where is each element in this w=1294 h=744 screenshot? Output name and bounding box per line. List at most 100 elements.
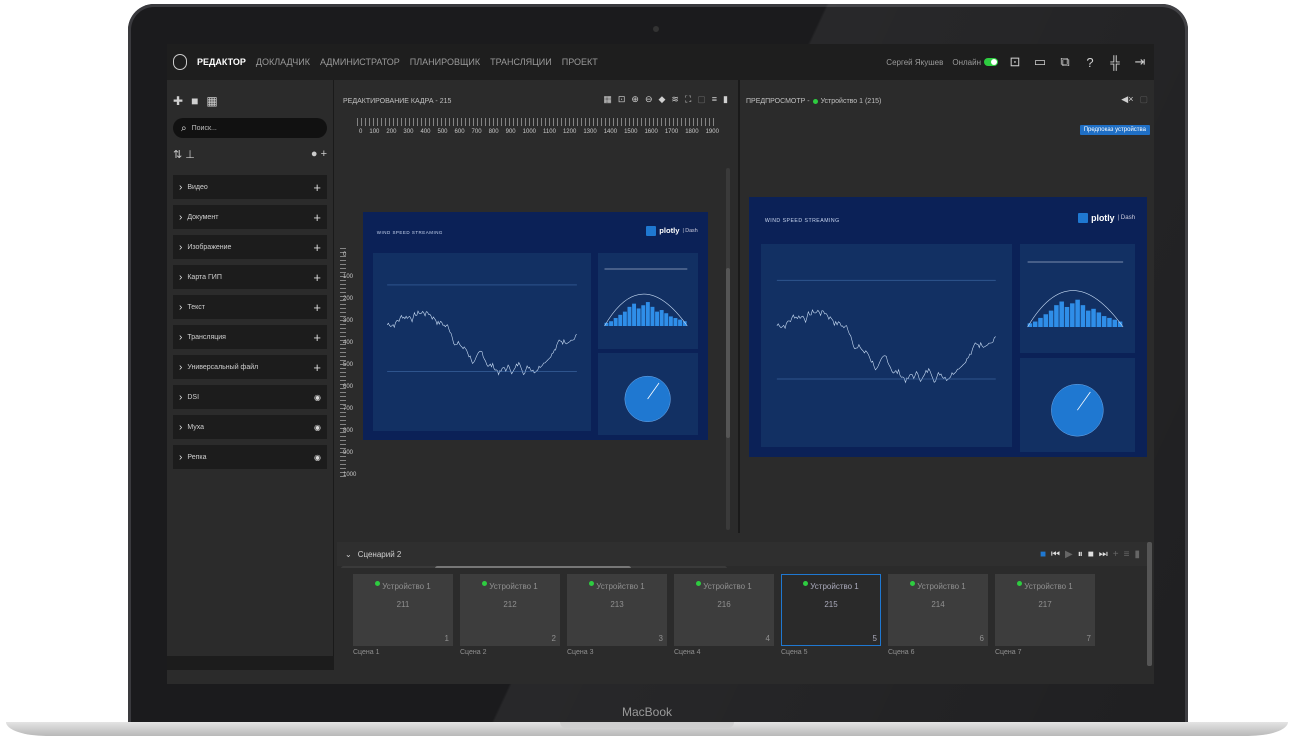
- online-toggle[interactable]: [984, 58, 998, 66]
- histogram-bar: [1048, 310, 1054, 327]
- device-status-dot: [1017, 581, 1023, 586]
- editor-vertical-scrollbar[interactable]: [726, 168, 730, 530]
- grid-icon[interactable]: ▦: [603, 94, 612, 105]
- nav-tab[interactable]: ДОКЛАДЧИК: [256, 57, 310, 67]
- scene-card[interactable]: Устройство 1 215 5 Сцена 5: [781, 574, 881, 660]
- record-icon[interactable]: ■: [1040, 549, 1046, 560]
- fill-icon[interactable]: ◆: [658, 94, 665, 105]
- nav-tab[interactable]: ПРОЕКТ: [562, 57, 598, 67]
- ruler-tick-label: 400: [343, 340, 354, 346]
- histogram-bar: [613, 318, 618, 326]
- fit-icon[interactable]: ⊡: [618, 94, 626, 105]
- logout-icon[interactable]: ⇥: [1132, 54, 1148, 70]
- fullscreen-icon[interactable]: ⛶: [685, 94, 691, 105]
- add-icon[interactable]: +: [313, 270, 321, 285]
- scene-strip-scrollbar[interactable]: [1147, 542, 1152, 666]
- add-icon[interactable]: +: [313, 300, 321, 315]
- film-icon[interactable]: ▦: [206, 94, 217, 108]
- add-icon[interactable]: +: [313, 330, 321, 345]
- user-name[interactable]: Сергей Якушев: [886, 58, 943, 67]
- sidebar-item[interactable]: › Изображение +: [173, 235, 327, 259]
- ruler-tick-label: 1300: [583, 129, 597, 135]
- scene-card[interactable]: Устройство 1 214 6 Сцена 6: [888, 574, 988, 660]
- sidebar-item[interactable]: › DSI ◉: [173, 385, 327, 409]
- chevron-right-icon[interactable]: ›: [179, 392, 182, 403]
- chevron-right-icon[interactable]: ›: [179, 212, 182, 223]
- lock-icon[interactable]: ▢: [697, 94, 706, 105]
- ruler-tick-label: 800: [488, 129, 499, 135]
- pause-icon[interactable]: ⏸: [1078, 549, 1083, 560]
- scene-device: Устройство 1: [781, 581, 881, 591]
- nav-tab[interactable]: ТРАНСЛЯЦИИ: [490, 57, 552, 67]
- list-icon[interactable]: ≡: [712, 94, 717, 105]
- nav-tab[interactable]: АДМИНИСТРАТОР: [320, 57, 400, 67]
- sidebar-item[interactable]: › Текст +: [173, 295, 327, 319]
- chevron-right-icon[interactable]: ›: [179, 182, 182, 193]
- sort-icon[interactable]: ⇅ ⊥: [173, 148, 195, 161]
- device-preview-button[interactable]: Предпоказ устройства: [1079, 125, 1150, 135]
- add-icon[interactable]: +: [313, 360, 321, 375]
- sidebar-item[interactable]: › Универсальный файл +: [173, 355, 327, 379]
- sidebar-item-header: › Документ: [179, 212, 218, 223]
- chevron-right-icon[interactable]: ›: [179, 242, 182, 253]
- chevron-down-icon[interactable]: ⌄: [345, 550, 352, 559]
- help-icon[interactable]: ?: [1082, 54, 1098, 70]
- scenario-header[interactable]: ⌄ Сценарий 2: [345, 550, 401, 559]
- editor-dashboard-canvas[interactable]: WIND SPEED STREAMING plotly | Dash: [363, 212, 708, 440]
- zoom-in-icon[interactable]: ⊕: [631, 94, 639, 105]
- add-icon[interactable]: +: [313, 240, 321, 255]
- eye-icon[interactable]: ◉: [314, 393, 321, 402]
- scene-frame-id: 215: [824, 600, 838, 609]
- layers-icon[interactable]: ≋: [671, 94, 679, 105]
- add-scene-icon[interactable]: +: [1113, 549, 1119, 560]
- scene-card[interactable]: Устройство 1 217 7 Сцена 7: [995, 574, 1095, 660]
- scene-card[interactable]: Устройство 1 213 3 Сцена 3: [567, 574, 667, 660]
- sidebar-item[interactable]: › Видео +: [173, 175, 327, 199]
- trash-icon[interactable]: ▮: [723, 94, 728, 105]
- nav-tab[interactable]: ПЛАНИРОВЩИК: [410, 57, 480, 67]
- chevron-right-icon[interactable]: ›: [179, 452, 182, 463]
- online-status[interactable]: Онлайн: [952, 58, 998, 67]
- next-icon[interactable]: ⏭: [1099, 549, 1108, 560]
- scene-device: Устройство 1: [353, 581, 453, 591]
- histogram-bar: [1054, 305, 1059, 327]
- previous-icon[interactable]: ⏮: [1051, 549, 1060, 560]
- scene-card[interactable]: Устройство 1 211 1 Сцена 1: [353, 574, 453, 660]
- tag-add-icon[interactable]: ● +: [311, 148, 327, 161]
- search-field[interactable]: ⌕ Поиск...: [173, 118, 327, 138]
- screen-share-icon[interactable]: ⧉: [1057, 54, 1073, 70]
- chevron-right-icon[interactable]: ›: [179, 422, 182, 433]
- search-input[interactable]: Поиск...: [192, 125, 217, 132]
- eye-icon[interactable]: ◉: [314, 423, 321, 432]
- eye-icon[interactable]: ◉: [314, 453, 321, 462]
- nav-tab[interactable]: РЕДАКТОР: [197, 57, 246, 67]
- app-logo-icon[interactable]: [173, 54, 187, 70]
- video-camera-icon[interactable]: ■: [191, 94, 198, 108]
- monitor-icon[interactable]: ▭: [1032, 54, 1048, 70]
- scene-card[interactable]: Устройство 1 216 4 Сцена 4: [674, 574, 774, 660]
- scene-device: Устройство 1: [460, 581, 560, 591]
- sidebar-item[interactable]: › Муха ◉: [173, 415, 327, 439]
- sidebar-item[interactable]: › Трансляция +: [173, 325, 327, 349]
- chevron-right-icon[interactable]: ›: [179, 272, 182, 283]
- collapse-icon[interactable]: ╬: [1107, 54, 1123, 70]
- sidebar-item[interactable]: › Карта ГИП +: [173, 265, 327, 289]
- mute-icon[interactable]: ◀×: [1121, 94, 1133, 105]
- add-icon[interactable]: +: [313, 180, 321, 195]
- chevron-right-icon[interactable]: ›: [179, 362, 182, 373]
- add-icon[interactable]: +: [313, 210, 321, 225]
- ruler-tick-label: 1500: [624, 129, 638, 135]
- chevron-right-icon[interactable]: ›: [179, 302, 182, 313]
- presentation-icon[interactable]: ⊡: [1007, 54, 1023, 70]
- scene-card[interactable]: Устройство 1 212 2 Сцена 2: [460, 574, 560, 660]
- chevron-right-icon[interactable]: ›: [179, 332, 182, 343]
- sidebar-item[interactable]: › Репка ◉: [173, 445, 327, 469]
- puzzle-icon[interactable]: ✚: [173, 94, 183, 108]
- scene-list-icon[interactable]: ≡: [1124, 549, 1130, 560]
- stop-icon[interactable]: ■: [1088, 549, 1094, 560]
- expand-icon[interactable]: ▢: [1139, 94, 1148, 105]
- zoom-out-icon[interactable]: ⊖: [645, 94, 653, 105]
- play-icon[interactable]: ▶: [1065, 549, 1073, 560]
- delete-scene-icon[interactable]: ▮: [1134, 549, 1140, 560]
- sidebar-item[interactable]: › Документ +: [173, 205, 327, 229]
